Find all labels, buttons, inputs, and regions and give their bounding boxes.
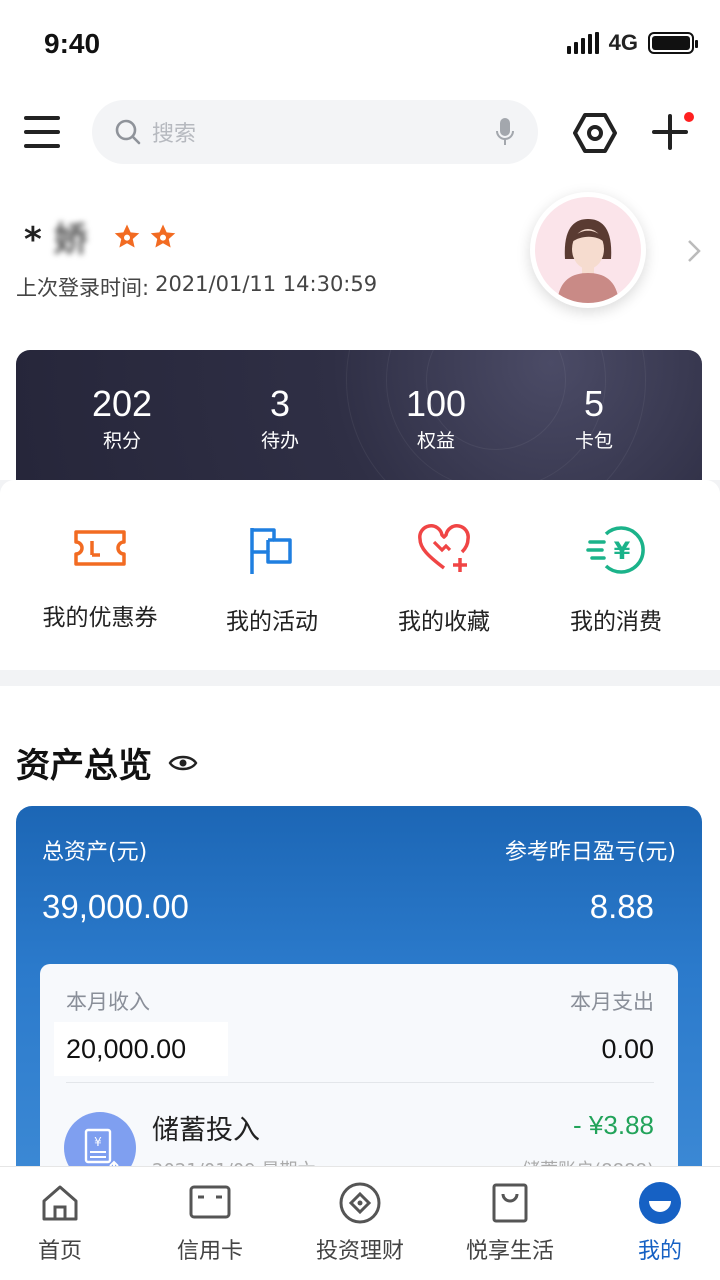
quick-action-label: 我的活动: [226, 609, 318, 635]
chevron-right-icon[interactable]: [684, 236, 704, 266]
income-label: 本月收入: [66, 990, 150, 1014]
transaction-amount: - ¥3.88: [573, 1110, 654, 1140]
nav-investment[interactable]: 投资理财: [288, 1181, 432, 1265]
expense-label: 本月支出: [570, 990, 654, 1014]
divider: [66, 1082, 654, 1083]
asset-card[interactable]: 总资产(元) 参考昨日盈亏(元) 39,000.00 8.88 本月收入 本月支…: [16, 806, 702, 1166]
quick-actions: 我的优惠券 我的活动 我的收藏 ¥ 我的消费: [0, 480, 720, 670]
search-placeholder: 搜索: [152, 122, 197, 147]
transaction-date: 2021/01/09 星期六: [152, 1156, 315, 1166]
monthly-summary: 本月收入 本月支出 20,000.00 0.00 ¥ 储蓄投入 - ¥3.88 …: [40, 964, 678, 1166]
last-login-label: 上次登录时间:: [16, 276, 150, 300]
user-name: * 娇: [24, 212, 88, 261]
stat-label: 权益: [416, 430, 455, 452]
my-favorites-button[interactable]: 我的收藏: [354, 524, 534, 636]
user-name-blurred: 娇: [53, 220, 88, 260]
bottom-nav: 首页 信用卡 投资理财 悦享生活 我的: [0, 1166, 720, 1280]
star-icon: [114, 224, 139, 247]
network-type: 4G: [608, 30, 638, 55]
star-icon: [150, 224, 175, 247]
total-assets-value: 39,000.00: [42, 888, 189, 925]
user-name-row[interactable]: * 娇: [24, 212, 178, 261]
avatar[interactable]: [530, 192, 646, 308]
menu-icon[interactable]: [24, 114, 60, 150]
nav-label: 我的: [637, 1239, 682, 1264]
member-stars: [112, 222, 178, 252]
transaction-account: 储蓄账户(8888): [522, 1156, 654, 1166]
pnl-value: 8.88: [589, 888, 654, 925]
stat-label: 卡包: [574, 430, 613, 452]
nav-life[interactable]: 悦享生活: [438, 1181, 582, 1265]
quick-action-label: 我的消费: [570, 609, 662, 635]
eye-icon[interactable]: [168, 752, 198, 774]
stat-label: 待办: [260, 430, 299, 452]
microphone-icon[interactable]: [494, 116, 516, 148]
pnl-label: 参考昨日盈亏(元): [504, 840, 676, 865]
stat-value: 3: [269, 383, 291, 424]
nav-label: 信用卡: [176, 1239, 243, 1264]
profile-icon: [639, 1182, 681, 1224]
profile-section: * 娇 上次登录时间: 2021/01/11 14:30:59 202 积分 3…: [0, 180, 720, 480]
top-toolbar: 搜索: [0, 88, 720, 180]
quick-action-label: 我的收藏: [398, 609, 490, 635]
stat-value: 100: [405, 383, 467, 424]
home-icon: [42, 1185, 78, 1221]
avatar-image: [557, 219, 619, 303]
assets-overview: 资产总览 总资产(元) 参考昨日盈亏(元) 39,000.00 8.88 本月收…: [0, 686, 720, 1166]
income-value: 20,000.00: [66, 1034, 187, 1064]
svg-text:¥: ¥: [614, 537, 631, 565]
stat-todo[interactable]: 3 待办: [220, 384, 340, 453]
stat-value: 202: [91, 383, 153, 424]
signal-icon: [566, 32, 599, 54]
stat-card-wallet[interactable]: 5 卡包: [534, 384, 654, 453]
invest-icon: [339, 1182, 381, 1224]
stats-card: 202 积分 3 待办 100 权益 5 卡包: [16, 350, 702, 480]
stat-value: 5: [583, 383, 605, 424]
yuan-speed-icon: ¥: [586, 526, 645, 574]
my-spending-button[interactable]: ¥ 我的消费: [526, 524, 706, 636]
settings-icon[interactable]: [572, 110, 618, 156]
quick-action-label: 我的优惠券: [42, 605, 158, 631]
last-login: 上次登录时间: 2021/01/11 14:30:59: [16, 272, 377, 302]
nav-label: 投资理财: [315, 1239, 404, 1264]
battery-icon: [648, 32, 698, 54]
status-time: 9:40: [44, 28, 101, 59]
heart-plus-icon: [418, 524, 470, 572]
transaction-title: 储蓄投入: [152, 1115, 260, 1146]
nav-label: 悦享生活: [465, 1239, 554, 1264]
credit-card-icon: [189, 1185, 231, 1219]
stat-benefits[interactable]: 100 权益: [376, 384, 496, 453]
search-input[interactable]: 搜索: [92, 100, 538, 164]
stat-label: 积分: [102, 430, 141, 452]
savings-icon: ¥: [64, 1112, 136, 1166]
section-title: 资产总览: [16, 746, 152, 786]
stat-points[interactable]: 202 积分: [62, 384, 182, 453]
my-coupons-button[interactable]: 我的优惠券: [10, 524, 190, 632]
assets-title: 资产总览: [16, 738, 198, 787]
status-bar: 9:40 4G: [0, 0, 720, 88]
shopping-bag-icon: [492, 1183, 528, 1223]
my-activities-button[interactable]: 我的活动: [182, 524, 362, 636]
last-login-time: 2021/01/11 14:30:59: [155, 272, 378, 296]
status-indicators: 4G: [566, 30, 698, 56]
nav-home[interactable]: 首页: [0, 1181, 132, 1265]
svg-text:¥: ¥: [94, 1135, 102, 1149]
user-name-prefix: *: [24, 220, 42, 260]
search-icon: [115, 119, 141, 145]
notification-dot: [684, 112, 694, 122]
expense-value: 0.00: [601, 1034, 654, 1064]
flag-icon: [250, 528, 292, 574]
nav-credit-card[interactable]: 信用卡: [138, 1181, 282, 1265]
nav-mine[interactable]: 我的: [588, 1181, 720, 1265]
total-assets-label: 总资产(元): [42, 840, 148, 865]
coupon-icon: [74, 530, 126, 566]
nav-label: 首页: [37, 1239, 82, 1264]
